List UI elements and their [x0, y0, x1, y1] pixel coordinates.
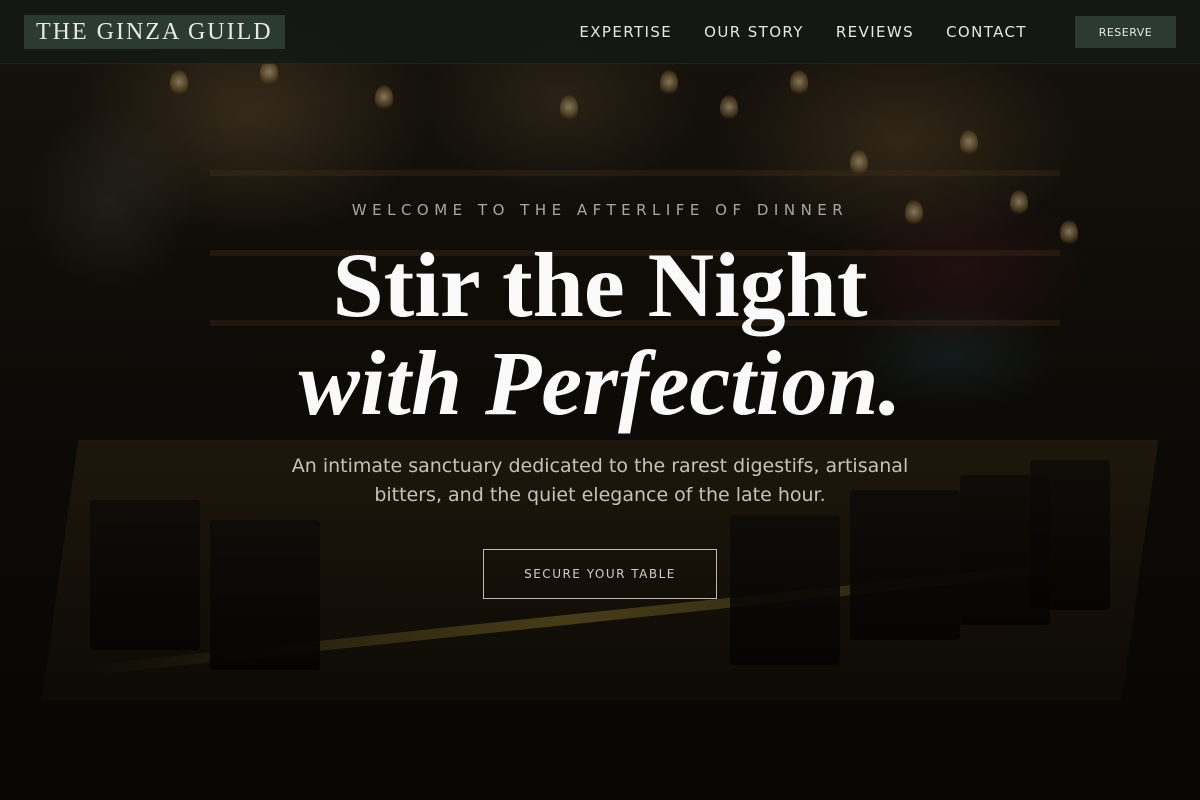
secure-table-button[interactable]: SECURE YOUR TABLE [483, 549, 717, 599]
hero-section: WELCOME TO THE AFTERLIFE OF DINNER Stir … [0, 0, 1200, 800]
hero-headline-line1: Stir the Night [332, 234, 868, 336]
hero-subtext: An intimate sanctuary dedicated to the r… [291, 455, 909, 506]
hero-headline-line2: with Perfection. [298, 332, 902, 434]
hero-eyebrow: WELCOME TO THE AFTERLIFE OF DINNER [351, 201, 849, 219]
